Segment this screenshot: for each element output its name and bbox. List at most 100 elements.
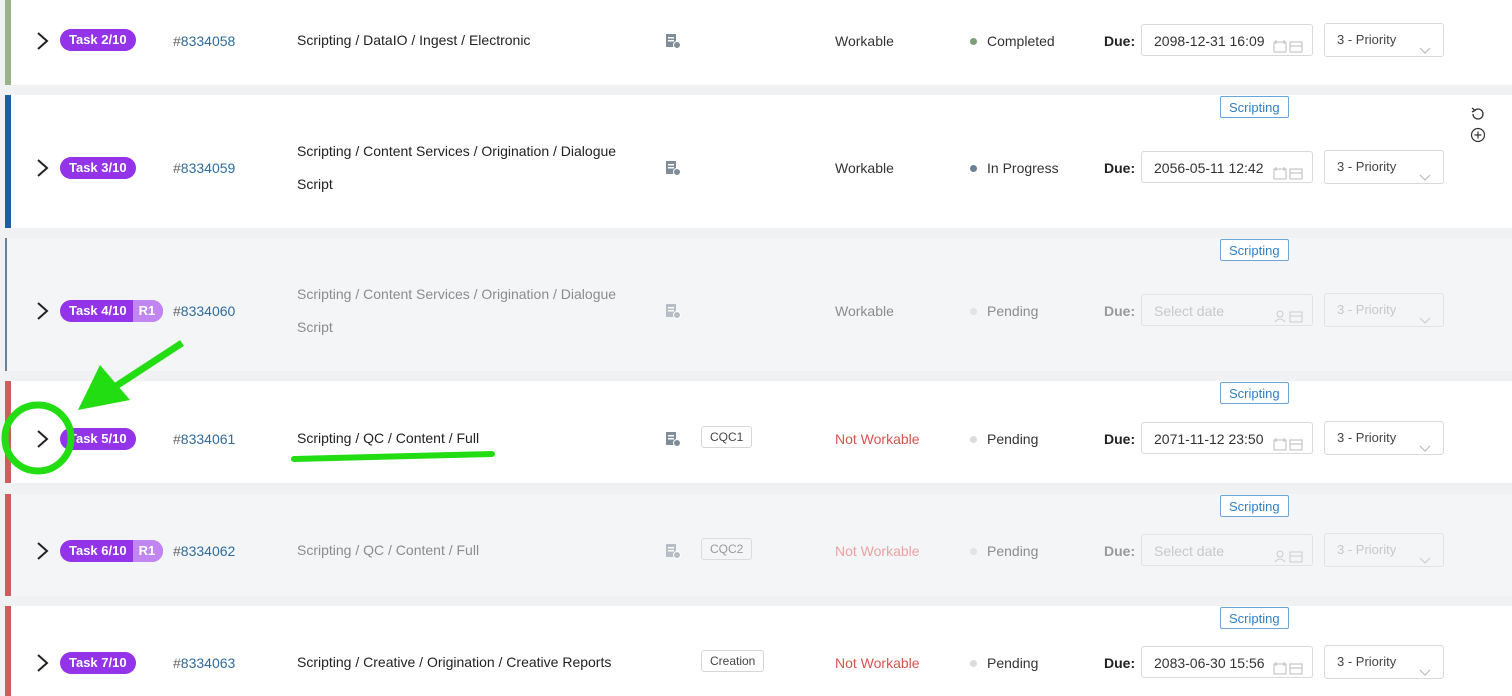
chevron-down-icon: [1419, 657, 1431, 689]
status-dot: [970, 307, 977, 315]
status-dot: [970, 435, 977, 443]
document-info-icon[interactable]: [665, 160, 681, 176]
priority-value: 3 - Priority: [1337, 654, 1397, 669]
progress-status: Pending: [970, 431, 1038, 447]
priority-select[interactable]: 3 - Priority: [1324, 421, 1444, 455]
row-status-bar: [5, 238, 7, 371]
workable-status: Workable: [835, 160, 894, 176]
revision-badge: R1: [132, 540, 164, 562]
task-badge: Task 5/10: [60, 428, 136, 450]
progress-label: Pending: [987, 543, 1039, 559]
due-date-value: 2083-06-30 15:56: [1154, 655, 1265, 671]
progress-status: In Progress: [970, 160, 1059, 176]
scripting-tag: Scripting: [1220, 96, 1289, 118]
chevron-right-icon[interactable]: [31, 428, 53, 450]
task-id-link[interactable]: #8334062: [173, 543, 235, 559]
task-id-link[interactable]: #8334060: [173, 303, 235, 319]
task-row: Scripting Task 7/10 #8334063 Scripting /…: [5, 606, 1512, 696]
workable-status: Workable: [835, 303, 894, 319]
task-id-link[interactable]: #8334061: [173, 431, 235, 447]
document-info-icon[interactable]: [665, 33, 681, 49]
workable-status: Workable: [835, 33, 894, 49]
due-date-input[interactable]: Select date: [1141, 534, 1313, 566]
chevron-right-icon[interactable]: [31, 157, 53, 179]
task-id: 8334058: [180, 33, 236, 49]
document-info-icon[interactable]: [665, 543, 681, 559]
due-label: Due:: [1104, 655, 1136, 671]
task-badge: Task 4/10 R1: [60, 300, 164, 322]
priority-select[interactable]: 3 - Priority: [1324, 150, 1444, 184]
status-dot: [970, 547, 977, 555]
task-id: 8334061: [180, 431, 236, 447]
row-actions: [1470, 106, 1512, 148]
task-id: 8334060: [180, 303, 236, 319]
chevron-down-icon: [1419, 433, 1431, 465]
task-id-link[interactable]: #8334058: [173, 33, 235, 49]
scripting-tag: Scripting: [1220, 607, 1289, 629]
task-label: Task 3/10: [69, 160, 127, 175]
hash-symbol: #: [173, 303, 181, 319]
priority-value: 3 - Priority: [1337, 32, 1397, 47]
workable-status: Not Workable: [835, 431, 920, 447]
scripting-tag: Scripting: [1220, 239, 1289, 261]
due-date-placeholder: Select date: [1154, 303, 1225, 319]
progress-label: Pending: [987, 655, 1039, 671]
priority-select[interactable]: 3 - Priority: [1324, 645, 1444, 679]
priority-value: 3 - Priority: [1337, 430, 1397, 445]
priority-select[interactable]: 3 - Priority: [1324, 533, 1444, 567]
task-row: Scripting Task 5/10 #8334061 Scripting /…: [5, 381, 1512, 483]
progress-status: Completed: [970, 33, 1055, 49]
refresh-icon[interactable]: [1470, 106, 1486, 127]
hash-symbol: #: [173, 160, 181, 176]
scripting-tag: Scripting: [1220, 495, 1289, 517]
task-id: 8334063: [180, 655, 236, 671]
due-label: Due:: [1104, 303, 1136, 319]
hash-symbol: #: [173, 655, 181, 671]
chevron-right-icon[interactable]: [31, 30, 53, 52]
task-label: Task 2/10: [69, 32, 127, 47]
due-date-value: 2071-11-12 23:50: [1154, 431, 1264, 447]
document-info-icon[interactable]: [665, 431, 681, 447]
task-id-link[interactable]: #8334063: [173, 655, 235, 671]
task-row: Scripting Task 4/10 R1 #8334060 Scripting…: [5, 238, 1512, 371]
task-path: Scripting / Creative / Origination / Cre…: [297, 654, 612, 670]
progress-label: Pending: [987, 303, 1039, 319]
task-id-link[interactable]: #8334059: [173, 160, 235, 176]
due-date-input[interactable]: 2098-12-31 16:09: [1141, 24, 1313, 56]
chevron-right-icon[interactable]: [31, 652, 53, 674]
document-info-icon[interactable]: [665, 303, 681, 319]
task-row: Scripting Task 6/10 R1 #8334062 Scripting…: [5, 494, 1512, 596]
task-badge: Task 7/10: [60, 652, 136, 674]
scripting-tag: Scripting: [1220, 382, 1289, 404]
due-label: Due:: [1104, 160, 1136, 176]
due-label: Due:: [1104, 33, 1136, 49]
task-chip: Creation: [701, 650, 765, 672]
due-date-input[interactable]: Select date: [1141, 294, 1313, 326]
progress-label: Completed: [987, 33, 1055, 49]
status-dot: [970, 164, 977, 172]
chevron-right-icon[interactable]: [31, 300, 53, 322]
task-path: Scripting / Content Services / Originati…: [297, 143, 617, 192]
progress-status: Pending: [970, 303, 1038, 319]
progress-status: Pending: [970, 655, 1038, 671]
row-status-bar: [5, 0, 11, 85]
hash-symbol: #: [173, 543, 181, 559]
add-circle-icon[interactable]: [1470, 127, 1486, 148]
due-date-input[interactable]: 2083-06-30 15:56: [1141, 646, 1313, 678]
row-status-bar: [5, 494, 11, 596]
priority-select[interactable]: 3 - Priority: [1324, 23, 1444, 57]
due-date-input[interactable]: 2056-05-11 12:42: [1141, 151, 1313, 183]
priority-select[interactable]: 3 - Priority: [1324, 293, 1444, 327]
priority-value: 3 - Priority: [1337, 159, 1397, 174]
row-status-bar: [5, 606, 11, 696]
task-id: 8334062: [180, 543, 236, 559]
chevron-right-icon[interactable]: [31, 540, 53, 562]
status-dot: [970, 37, 977, 45]
chevron-down-icon: [1419, 545, 1431, 577]
task-label: Task 5/10: [69, 431, 127, 446]
due-date-input[interactable]: 2071-11-12 23:50: [1141, 422, 1313, 454]
task-label: Task 4/10: [69, 303, 127, 318]
chevron-down-icon: [1419, 35, 1431, 67]
chevron-down-icon: [1419, 305, 1431, 337]
hash-symbol: #: [173, 33, 181, 49]
